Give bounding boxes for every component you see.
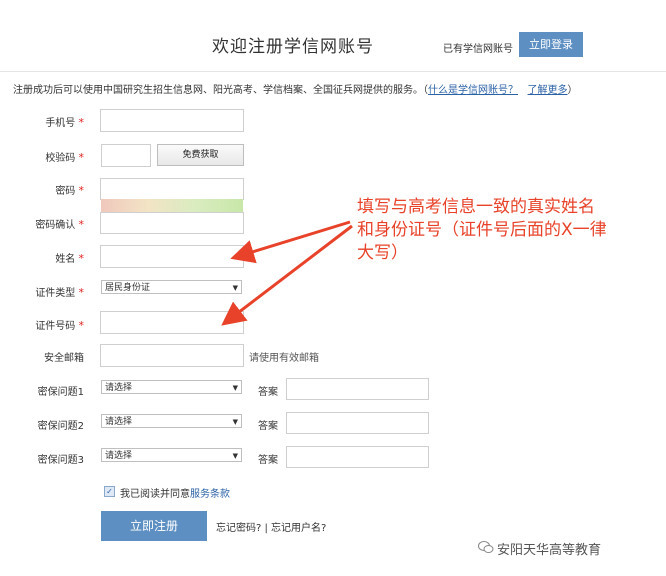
annotation-arrows xyxy=(221,220,353,326)
wechat-icon xyxy=(478,541,494,553)
watermark: 安阳天华高等教育 xyxy=(497,543,602,558)
